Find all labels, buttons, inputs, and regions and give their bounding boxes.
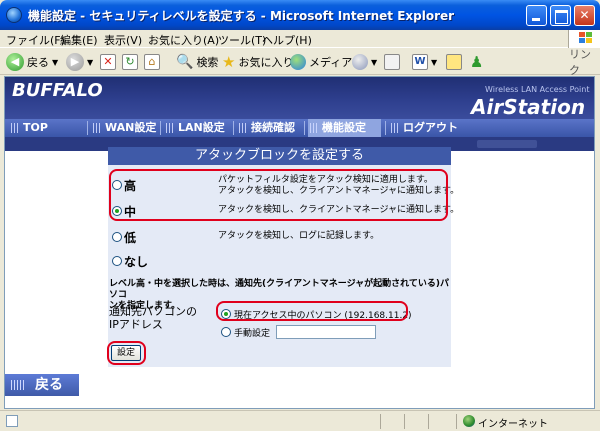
stop-button[interactable]: ✕ (100, 52, 116, 72)
discuss-button[interactable] (446, 52, 462, 72)
links-button[interactable]: リンク (569, 48, 600, 77)
security-zone-label: インターネット (478, 419, 548, 430)
menu-file[interactable]: ファイル(F) (6, 32, 65, 48)
option-none: なし (108, 251, 451, 273)
nav-tab-connection[interactable]: 接続確認 (237, 119, 295, 137)
chevron-down-icon: ▼ (87, 57, 94, 67)
internet-zone-icon (463, 415, 475, 427)
nav-separator (385, 121, 386, 135)
manual-ip-input[interactable] (276, 325, 376, 339)
nav-tab-wan[interactable]: WAN設定 (91, 119, 156, 137)
status-separator (428, 414, 429, 429)
notify-ip-label: 通知先パソコンの IPアドレス (109, 305, 219, 331)
refresh-icon: ↻ (122, 54, 138, 70)
highlight-box-current-pc (216, 301, 408, 321)
media-button[interactable]: メディア (290, 52, 352, 72)
search-icon: 🔍 (176, 54, 194, 70)
note-icon (446, 54, 462, 70)
refresh-button[interactable]: ↻ (122, 52, 138, 72)
search-button[interactable]: 🔍 検索 (176, 52, 218, 72)
back-nav-button[interactable]: ◀ 戻る ▼ (6, 52, 58, 72)
links-label: リンク (569, 48, 591, 77)
router-header: BUFFALO Wireless LAN Access Point AirSta… (5, 77, 594, 119)
chevron-down-icon: ▼ (371, 57, 378, 67)
product-subtitle: Wireless LAN Access Point (485, 85, 590, 94)
print-icon (384, 54, 400, 70)
nav-separator (304, 121, 305, 135)
nav-tab-lan[interactable]: LAN設定 (164, 119, 225, 137)
status-separator (380, 414, 381, 429)
star-icon: ★ (222, 53, 236, 71)
print-button[interactable] (384, 52, 400, 72)
stop-icon: ✕ (100, 54, 116, 70)
notify-ip-label-line-1: 通知先パソコンの (109, 305, 197, 318)
nav-tab-features[interactable]: 機能設定 (308, 119, 381, 137)
brand-logo: BUFFALO (12, 80, 103, 101)
internet-explorer-icon (6, 7, 22, 23)
messenger-icon: ♟ (470, 53, 484, 71)
nav-separator (87, 121, 88, 135)
notice-line-1: レベル高・中を選択した時は、通知先(クライアントマネージャが起動されている)パソ… (109, 279, 449, 300)
search-label: 検索 (196, 56, 219, 69)
menu-tools[interactable]: ツール(T) (218, 32, 266, 48)
minimize-button[interactable] (526, 5, 547, 26)
manual-label: 手動設定 (234, 329, 271, 339)
option-low-label: 低 (124, 231, 137, 245)
notify-section: レベル高・中を選択した時は、通知先(クライアントマネージャが起動されている)パソ… (107, 279, 451, 367)
edit-button[interactable]: W ▼ (412, 52, 437, 72)
status-separator (404, 414, 405, 429)
chevron-down-icon: ▼ (52, 57, 59, 67)
option-low-desc: アタックを検知し、ログに記録します。 (218, 231, 380, 241)
nav-separator (160, 121, 161, 135)
back-nav-label: 戻る (27, 56, 49, 69)
menu-favorites[interactable]: お気に入り(A) (148, 32, 219, 48)
forward-nav-button[interactable]: ▶ ▼ (66, 52, 93, 72)
messenger-button[interactable]: ♟ (470, 52, 483, 72)
radio-low[interactable] (112, 232, 122, 242)
nav-separator (233, 121, 234, 135)
radio-none[interactable] (112, 256, 122, 266)
notify-ip-label-line-2: IPアドレス (109, 318, 163, 331)
maximize-button[interactable] (550, 5, 571, 26)
status-bar: インターネット (0, 410, 600, 431)
nav-tab-top[interactable]: TOP (9, 119, 48, 137)
product-name: AirStation (471, 95, 586, 119)
menu-view[interactable]: 表示(V) (104, 32, 142, 48)
menu-edit[interactable]: 編集(E) (60, 32, 98, 48)
close-button[interactable]: ✕ (574, 5, 595, 26)
forward-arrow-icon: ▶ (66, 53, 84, 71)
back-button[interactable]: 戻る (5, 374, 79, 396)
status-separator (456, 414, 457, 429)
browser-toolbar: ◀ 戻る ▼ ▶ ▼ ✕ ↻ ⌂ 🔍 検索 ★ お気に入り メディア ▼ W ▼… (0, 48, 600, 77)
window-title: 機能設定 - セキュリティレベルを設定する - Microsoft Intern… (28, 9, 455, 23)
page-icon (6, 415, 18, 427)
menu-help[interactable]: ヘルプ(H) (262, 32, 312, 48)
panel-title: アタックブロックを設定する (108, 147, 451, 165)
nav-tab-logout[interactable]: ログアウト (389, 119, 458, 137)
word-icon: W (412, 54, 428, 70)
router-nav: TOP WAN設定 LAN設定 接続確認 機能設定 ログアウト (5, 119, 594, 137)
blurred-info (477, 140, 537, 148)
radio-manual[interactable] (221, 327, 231, 337)
favorites-button[interactable]: ★ お気に入り (222, 52, 293, 72)
highlight-box-set-button (107, 341, 146, 365)
media-icon (290, 54, 306, 70)
window-title-bar: 機能設定 - セキュリティレベルを設定する - Microsoft Intern… (0, 0, 600, 30)
option-low: 低 アタックを検知し、ログに記録します。 (108, 227, 451, 249)
history-button[interactable]: ▼ (352, 52, 377, 72)
home-button[interactable]: ⌂ (144, 52, 160, 72)
back-arrow-icon: ◀ (6, 53, 24, 71)
favorites-label: お気に入り (238, 56, 294, 69)
home-icon: ⌂ (144, 54, 160, 70)
highlight-box-levels (109, 169, 448, 221)
history-icon (352, 54, 368, 70)
media-label: メディア (309, 56, 353, 69)
option-none-label: なし (124, 255, 149, 269)
chevron-down-icon: ▼ (431, 57, 438, 67)
web-content: BUFFALO Wireless LAN Access Point AirSta… (4, 76, 595, 409)
menu-bar: ファイル(F) 編集(E) 表示(V) お気に入り(A) ツール(T) ヘルプ(… (0, 30, 600, 48)
